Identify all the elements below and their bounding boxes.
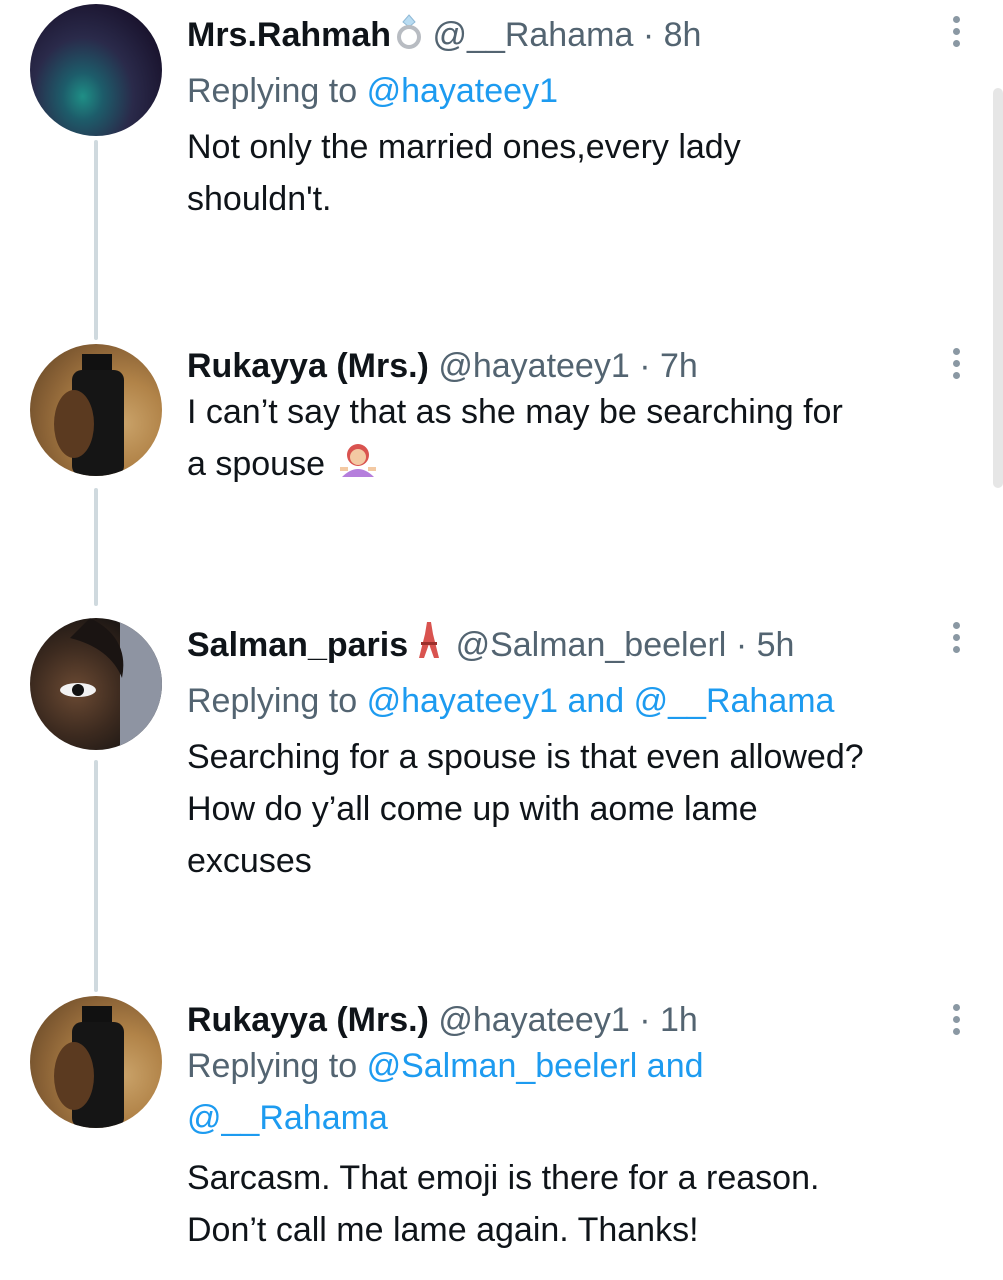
bottle-image-icon (54, 1006, 124, 1128)
dot-separator: · (639, 347, 651, 385)
avatar[interactable] (30, 996, 162, 1128)
tweet-text-line-row: a spouse (187, 438, 963, 494)
display-name[interactable]: Mrs.Rahmah (187, 16, 391, 54)
face-image-icon (60, 618, 162, 750)
timestamp[interactable]: 8h (664, 16, 702, 54)
replying-to-label: Replying to (187, 1047, 358, 1085)
dot-separator: · (639, 1001, 651, 1039)
reply-and-separator: and (567, 682, 625, 720)
more-options-icon[interactable] (951, 622, 961, 653)
tweet-text: Searching for a spouse is that even allo… (187, 731, 963, 887)
mention-link[interactable]: @hayateey1 (367, 682, 558, 720)
display-name[interactable]: Rukayya (Mrs.) (187, 1001, 429, 1039)
avatar[interactable] (30, 344, 162, 476)
user-handle[interactable]: @hayateey1 (438, 347, 629, 385)
tweet-text-line: How do y’all come up with aome lame (187, 790, 758, 828)
tweet-text-line: Don’t call me lame again. Thanks! (187, 1211, 699, 1249)
dot-separator: · (735, 626, 748, 664)
tweet-header: Rukayya (Mrs.) @hayateey1 · 7h (187, 346, 963, 386)
mention-link[interactable]: @__Rahama (187, 1099, 388, 1137)
more-options-icon[interactable] (951, 1004, 961, 1035)
replying-to: Replying to @hayateey1 and @__Rahama (187, 681, 963, 721)
tweet-text-line: a spouse (187, 445, 325, 483)
tweet-text-line: Searching for a spouse is that even allo… (187, 738, 864, 776)
reply-and-separator: and (646, 1047, 704, 1085)
tweet-text-line: I can’t say that as she may be searching… (187, 393, 843, 431)
tweet-text: Sarcasm. That emoji is there for a reaso… (187, 1152, 963, 1256)
person-shrugging-emoji-icon (338, 441, 378, 494)
mention-link[interactable]: @__Rahama (634, 682, 835, 720)
tweet-text: Not only the married ones,every lady sho… (187, 121, 963, 225)
tweet-header: Salman_paris @Salman_beelerl · 5h (187, 620, 963, 669)
tweet-text-line: shouldn't. (187, 180, 332, 218)
scrollbar[interactable] (993, 88, 1003, 488)
timestamp[interactable]: 1h (660, 1001, 698, 1039)
ring-emoji-icon (395, 14, 423, 59)
mention-link[interactable]: @Salman_beelerl (367, 1047, 638, 1085)
thread-line (94, 488, 98, 606)
avatar[interactable] (30, 4, 162, 136)
display-name[interactable]: Rukayya (Mrs.) (187, 347, 429, 385)
replying-to-label: Replying to (187, 72, 358, 110)
thread-line (94, 140, 98, 340)
more-options-icon[interactable] (951, 348, 961, 379)
more-options-icon[interactable] (951, 16, 961, 47)
tweet-header: Mrs.Rahmah @__Rahama · 8h (187, 14, 963, 59)
timestamp[interactable]: 7h (660, 347, 698, 385)
display-name[interactable]: Salman_paris (187, 626, 408, 664)
thread-line (94, 760, 98, 992)
eiffel-tower-emoji-icon (412, 620, 446, 669)
avatar[interactable] (30, 618, 162, 750)
user-handle[interactable]: @Salman_beelerl (456, 626, 727, 664)
replying-to-label: Replying to (187, 682, 358, 720)
tweet-text: I can’t say that as she may be searching… (187, 386, 963, 494)
tweet-text-line: Sarcasm. That emoji is there for a reaso… (187, 1159, 820, 1197)
timestamp[interactable]: 5h (757, 626, 795, 664)
tweet-text-line: excuses (187, 842, 312, 880)
tweet-header: Rukayya (Mrs.) @hayateey1 · 1h (187, 1000, 963, 1040)
replying-to: Replying to @Salman_beelerl and @__Raham… (187, 1040, 963, 1144)
bottle-image-icon (54, 354, 124, 476)
dot-separator: · (642, 16, 655, 54)
replying-to: Replying to @hayateey1 (187, 71, 963, 111)
tweet-text-line: Not only the married ones,every lady (187, 128, 741, 166)
mention-link[interactable]: @hayateey1 (367, 72, 558, 110)
user-handle[interactable]: @__Rahama (433, 16, 634, 54)
user-handle[interactable]: @hayateey1 (438, 1001, 629, 1039)
